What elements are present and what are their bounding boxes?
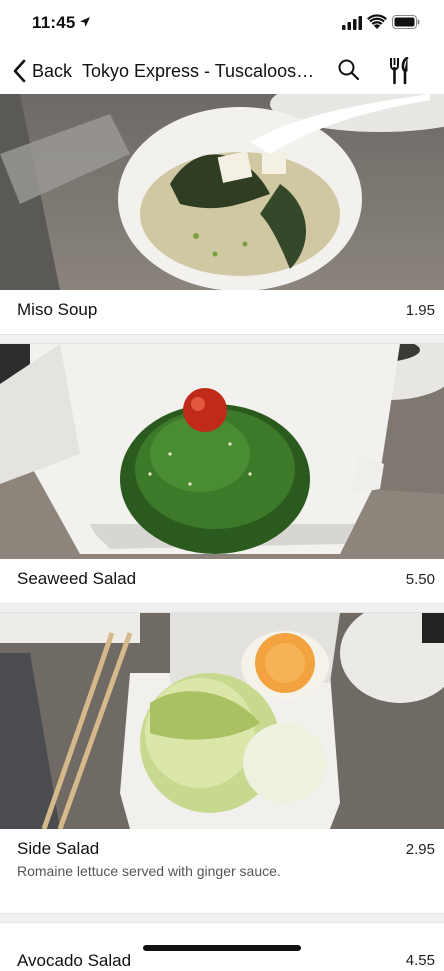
menu-item-price: 2.95	[405, 841, 435, 858]
menu-item-name: Miso Soup	[17, 300, 98, 319]
home-indicator	[143, 945, 301, 951]
menu-item-card[interactable]: Miso Soup 1.95	[0, 94, 444, 334]
status-time: 11:45	[32, 13, 76, 32]
menu-item-card[interactable]: Seaweed Salad 5.50	[0, 344, 444, 603]
location-arrow-icon	[80, 17, 90, 27]
fork-knife-icon[interactable]	[389, 57, 411, 85]
page-title: Tokyo Express - Tuscaloosa...	[82, 61, 316, 81]
menu-item-name: Seaweed Salad	[17, 569, 137, 588]
status-bar: 11:45	[0, 0, 444, 48]
menu-item-name: Avocado Salad	[17, 951, 132, 970]
menu-item-description: Romaine lettuce served with ginger sauce…	[17, 863, 281, 879]
battery-icon	[392, 15, 420, 29]
card-divider	[0, 334, 444, 344]
wifi-icon	[367, 14, 387, 29]
menu-item-name: Side Salad	[17, 839, 100, 858]
menu-item-card[interactable]: Side Salad 2.95 Romaine lettuce served w…	[0, 613, 444, 913]
menu-item-price: 1.95	[405, 302, 435, 319]
search-icon[interactable]	[337, 58, 361, 82]
card-divider	[0, 603, 444, 613]
chevron-left-icon	[13, 59, 26, 83]
cellular-signal-icon	[342, 16, 362, 30]
menu-item-card[interactable]: Avocado Salad 4.55	[0, 923, 444, 970]
menu-item-price: 4.55	[405, 952, 435, 969]
miso-soup-photo	[0, 94, 444, 290]
menu-item-price: 5.50	[405, 571, 435, 588]
back-label: Back	[32, 60, 73, 81]
card-divider	[0, 913, 444, 923]
side-salad-photo	[0, 613, 444, 829]
nav-bar: Back Tokyo Express - Tuscaloosa...	[0, 48, 444, 94]
seaweed-salad-photo	[0, 344, 444, 559]
back-button[interactable]: Back	[12, 56, 72, 86]
